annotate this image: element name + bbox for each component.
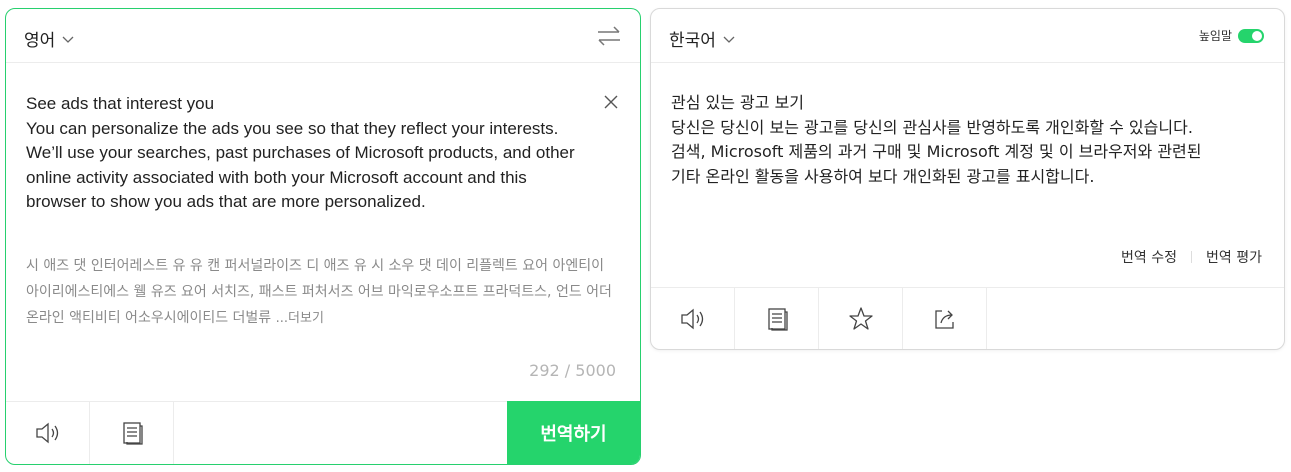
rate-translation-link[interactable]: 번역 평가 bbox=[1206, 247, 1262, 267]
chevron-down-icon bbox=[62, 36, 74, 43]
source-text-input[interactable]: See ads that interest you You can person… bbox=[26, 92, 586, 215]
more-link[interactable]: ...더보기 bbox=[276, 311, 324, 326]
source-language-label: 영어 bbox=[24, 31, 56, 51]
copy-document-icon bbox=[767, 307, 788, 331]
favorite-button[interactable] bbox=[819, 288, 903, 349]
divider bbox=[1191, 251, 1193, 263]
source-footer: 번역하기 bbox=[6, 401, 640, 464]
source-panel: 영어 See ads that interest you You can per… bbox=[5, 8, 641, 465]
source-header: 영어 bbox=[6, 9, 640, 63]
copy-document-icon bbox=[122, 422, 143, 445]
translated-text: 관심 있는 광고 보기 당신은 당신이 보는 광고를 당신의 관심사를 반영하도… bbox=[671, 93, 1202, 186]
source-language-selector[interactable]: 영어 bbox=[24, 26, 75, 51]
target-panel: 한국어 높임말 관심 있는 광고 보기 당신은 당신이 보는 광고를 당신의 관… bbox=[650, 8, 1285, 350]
speaker-icon bbox=[680, 308, 703, 329]
close-icon[interactable] bbox=[603, 94, 619, 110]
honorific-setting: 높임말 bbox=[1199, 27, 1264, 44]
target-language-selector[interactable]: 한국어 bbox=[669, 26, 736, 51]
speaker-icon bbox=[35, 422, 58, 444]
target-footer bbox=[651, 287, 1284, 349]
target-language-label: 한국어 bbox=[669, 31, 716, 51]
target-header: 한국어 높임말 bbox=[651, 9, 1284, 63]
pronunciation-text: 시 애즈 댓 인터어레스트 유 유 캔 퍼서널라이즈 디 애즈 유 시 소우 댓… bbox=[26, 253, 616, 332]
share-button[interactable] bbox=[903, 288, 987, 349]
star-icon bbox=[848, 306, 873, 330]
translation-actions: 번역 수정 번역 평가 bbox=[1121, 247, 1262, 267]
source-dictionary-button[interactable] bbox=[90, 402, 174, 464]
honorific-toggle[interactable] bbox=[1238, 28, 1264, 43]
character-count: 292 / 5000 bbox=[529, 361, 616, 380]
honorific-label: 높임말 bbox=[1198, 29, 1232, 43]
source-listen-button[interactable] bbox=[6, 402, 90, 464]
target-listen-button[interactable] bbox=[651, 288, 735, 349]
swap-languages-icon[interactable] bbox=[596, 25, 622, 47]
share-icon bbox=[934, 309, 954, 329]
chevron-down-icon bbox=[723, 36, 735, 43]
translate-button[interactable]: 번역하기 bbox=[507, 401, 640, 464]
target-copy-button[interactable] bbox=[735, 288, 819, 349]
edit-translation-link[interactable]: 번역 수정 bbox=[1121, 247, 1177, 267]
